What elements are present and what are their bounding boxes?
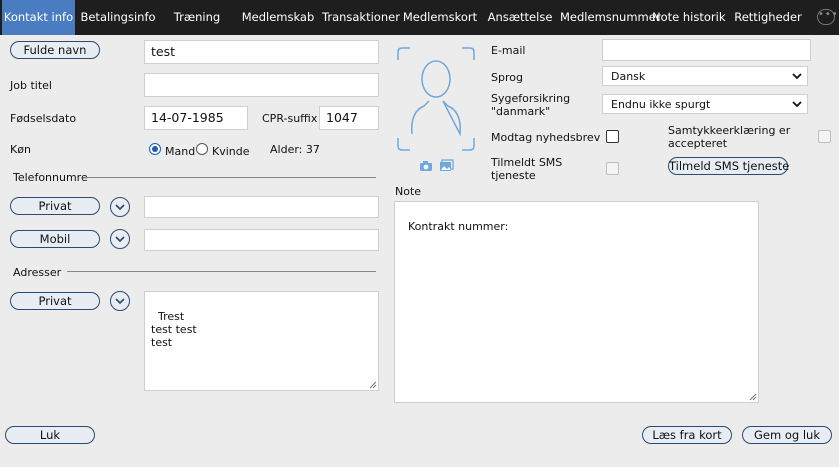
newsletter-label: Modtag nyhedsbrev	[491, 131, 601, 144]
insurance-select[interactable]: Endnu ikke spurgt	[602, 94, 808, 114]
addresses-divider	[67, 271, 376, 272]
phone-type-button-mobil[interactable]: Mobil	[10, 230, 100, 248]
job-title-field[interactable]	[144, 73, 379, 97]
cpr-field[interactable]: 1047	[319, 106, 379, 130]
consent-label: Samtykkeerklæring er accepteret	[668, 124, 791, 150]
chevron-down-icon[interactable]	[110, 229, 130, 249]
image-icon[interactable]	[439, 159, 454, 175]
consent-checkbox[interactable]	[818, 130, 831, 143]
tab-traening[interactable]: Træning	[168, 0, 226, 35]
tab-medlemsnummer[interactable]: Medlemsnummer	[560, 0, 661, 35]
address-type-button-privat[interactable]: Privat	[10, 292, 100, 310]
birthdate-field[interactable]: 14-07-1985	[144, 106, 248, 130]
avatar[interactable]	[396, 46, 476, 154]
note-text: Kontrakt nummer:	[408, 220, 509, 233]
tab-note-historik[interactable]: Note historik	[652, 0, 725, 35]
insurance-value: Endnu ikke spurgt	[611, 98, 711, 111]
chevron-down-icon	[792, 73, 802, 80]
language-select[interactable]: Dansk	[602, 66, 808, 86]
language-label: Sprog	[491, 71, 523, 84]
address-textarea[interactable]: Trest test test test	[144, 291, 379, 391]
note-label: Note	[395, 185, 422, 198]
phones-divider	[85, 177, 376, 178]
tab-bar: Kontakt info Betalingsinfo Træning Medle…	[0, 0, 839, 35]
gender-female-radio[interactable]	[196, 143, 208, 155]
job-title-label: Job titel	[10, 79, 52, 92]
tab-medlemskort[interactable]: Medlemskort	[402, 0, 478, 35]
full-name-button[interactable]: Fulde navn	[10, 41, 100, 59]
phone-field-privat[interactable]	[144, 196, 379, 218]
close-button[interactable]: Luk	[5, 426, 95, 444]
phone-field-mobil[interactable]	[144, 229, 379, 251]
chevron-down-icon	[792, 101, 802, 108]
tab-ansaettelse[interactable]: Ansættelse	[485, 0, 555, 35]
insurance-label: Sygeforsikring "danmark"	[491, 92, 571, 118]
tab-medlemskab[interactable]: Medlemskab	[238, 0, 318, 35]
gender-male-radio[interactable]	[149, 143, 161, 155]
chevron-down-icon[interactable]	[110, 291, 130, 311]
language-value: Dansk	[611, 70, 646, 83]
chevron-down-icon[interactable]	[110, 197, 130, 217]
resize-grip-icon[interactable]	[369, 381, 377, 389]
phone-type-button-privat[interactable]: Privat	[10, 197, 100, 215]
tab-rettigheder[interactable]: Rettigheder	[732, 0, 804, 35]
email-label: E-mail	[491, 44, 526, 57]
phones-section-label: Telefonnumre	[13, 171, 88, 184]
tab-kontakt-info[interactable]: Kontakt info	[2, 0, 75, 35]
gender-label: Køn	[10, 143, 31, 156]
gender-male-label: Mand	[165, 145, 196, 158]
camera-icon[interactable]	[419, 160, 433, 175]
note-textarea[interactable]: Kontrakt nummer:	[394, 201, 759, 403]
email-field[interactable]	[602, 39, 811, 61]
resize-grip-icon[interactable]	[749, 393, 757, 401]
person-silhouette-icon	[397, 47, 475, 151]
tab-transaktioner[interactable]: Transaktioner	[322, 0, 400, 35]
ellipsis-icon[interactable]: •••	[817, 9, 838, 25]
cpr-label: CPR-suffix	[262, 112, 318, 125]
tab-betalingsinfo[interactable]: Betalingsinfo	[78, 0, 158, 35]
sms-checkbox[interactable]	[606, 162, 619, 175]
save-close-button[interactable]: Gem og luk	[742, 426, 832, 444]
read-card-button[interactable]: Læs fra kort	[642, 426, 732, 444]
address-text: Trest test test test	[151, 310, 197, 349]
sms-signup-button[interactable]: Tilmeld SMS tjeneste	[668, 157, 789, 175]
addresses-section-label: Adresser	[13, 266, 62, 279]
age-text: Alder: 37	[270, 143, 320, 156]
sms-label: Tilmeldt SMS tjeneste	[491, 156, 563, 182]
newsletter-checkbox[interactable]	[606, 130, 619, 143]
gender-female-label: Kvinde	[212, 145, 250, 158]
name-field[interactable]: test	[144, 40, 379, 64]
birthdate-label: Fødselsdato	[10, 112, 77, 125]
